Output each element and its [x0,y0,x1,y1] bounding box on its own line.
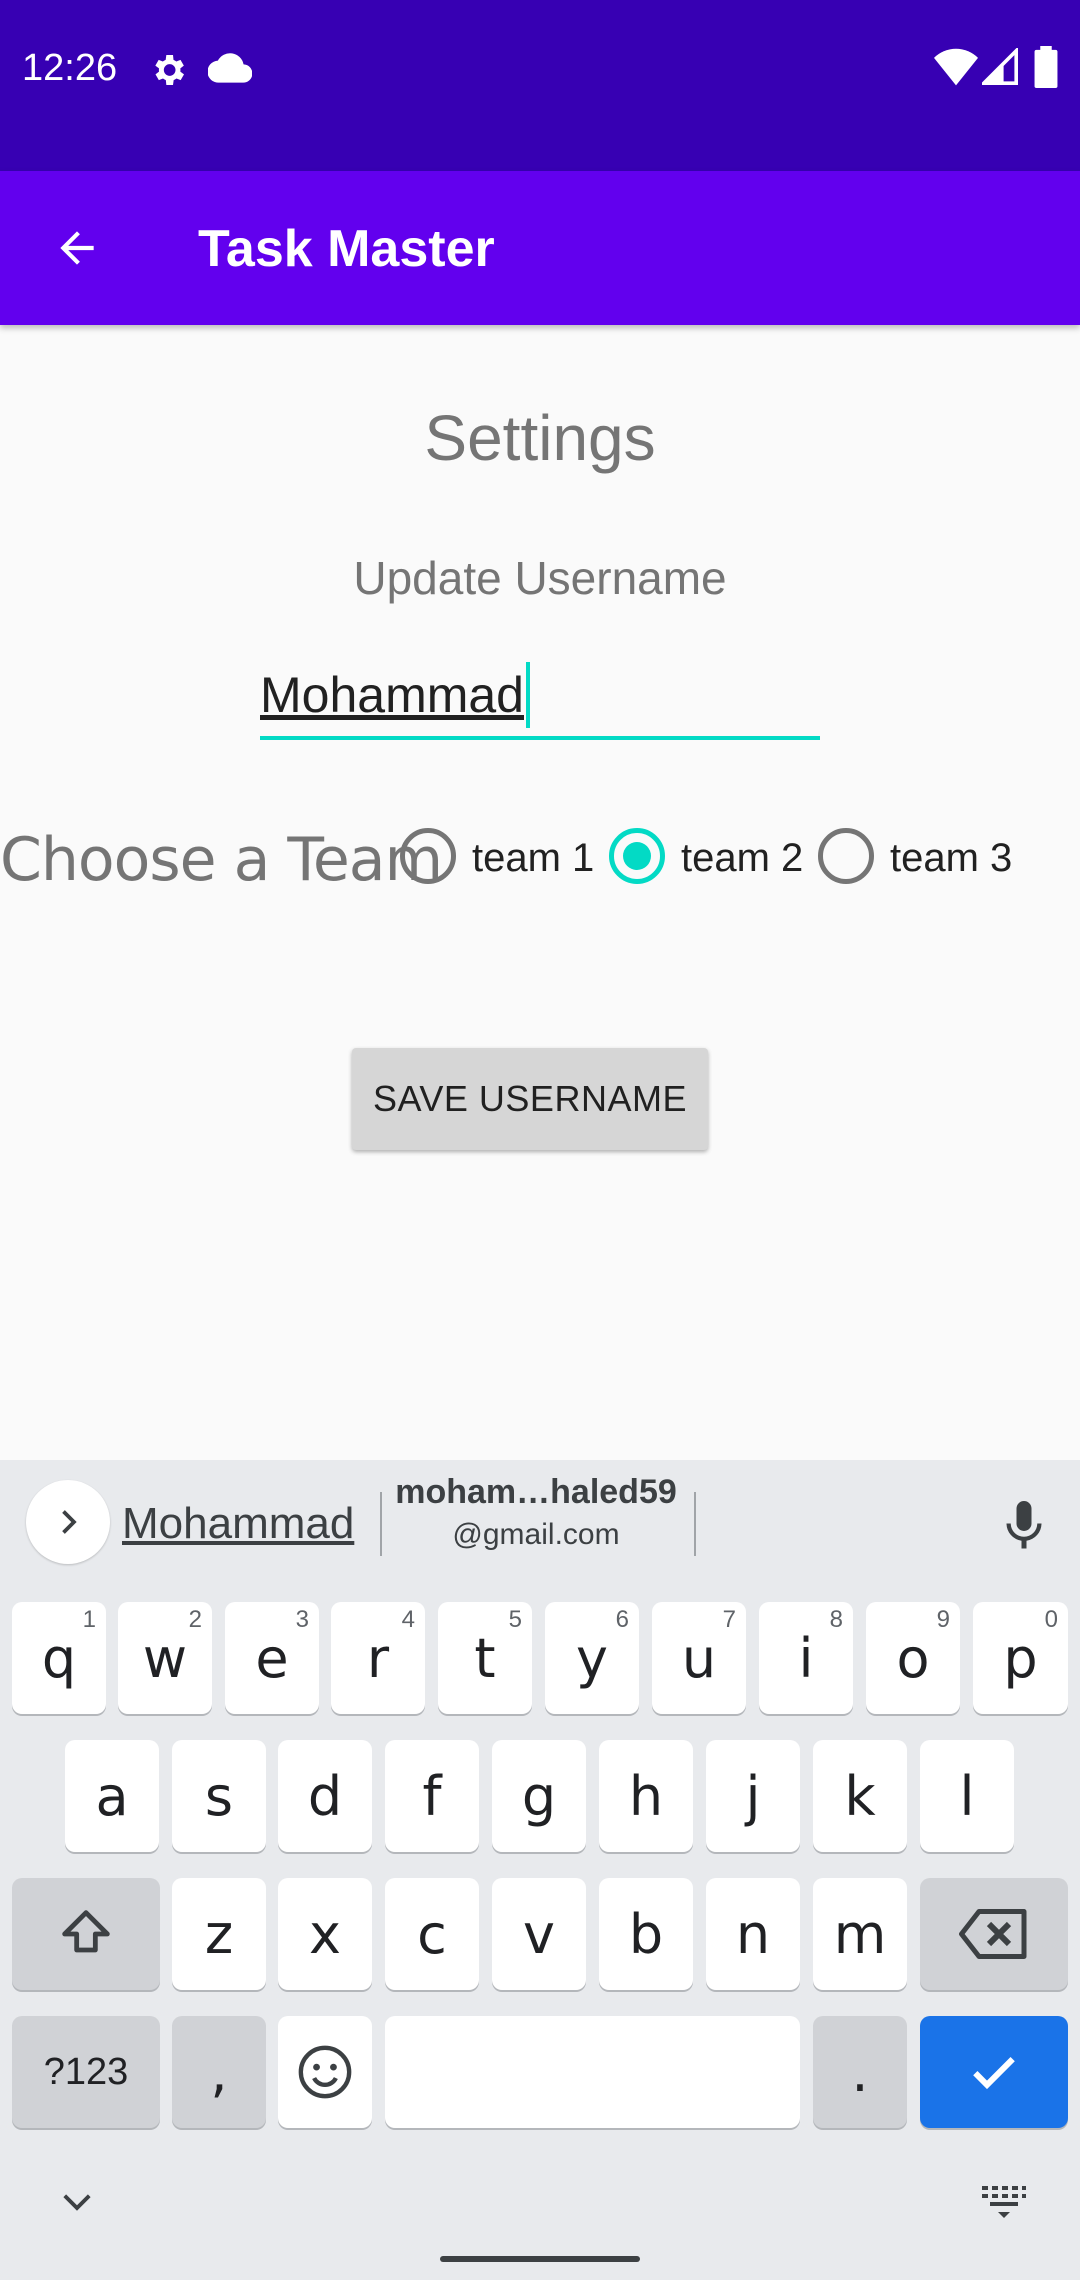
done-key[interactable] [920,2016,1068,2128]
page-title: Settings [424,402,656,474]
keyboard-icon[interactable] [980,2180,1028,2220]
suggestion-divider [380,1492,382,1556]
soft-keyboard: Mohammad moham…haled59 @gmail.com q1 w2 … [0,1460,1080,2280]
shift-key[interactable] [12,1878,160,1990]
status-time: 12:26 [22,47,118,89]
key-l[interactable]: l [920,1740,1014,1852]
suggestion-divider [694,1492,696,1556]
key-n[interactable]: n [706,1878,800,1990]
radio-team-3-label[interactable]: team 3 [890,834,1012,882]
radio-team-1[interactable] [400,828,456,884]
shift-icon [62,1910,110,1953]
emoji-icon [298,2045,352,2099]
key-w[interactable]: w2 [118,1602,212,1714]
key-u[interactable]: u7 [652,1602,746,1714]
mic-icon[interactable] [994,1496,1054,1556]
suggestion-item[interactable]: Mohammad [122,1498,354,1550]
key-c[interactable]: c [385,1878,479,1990]
backspace-icon [959,1909,1027,1959]
radio-team-3[interactable] [818,828,874,884]
team-radio-group: Choose a Team team 1 team 2 team 3 [0,818,1080,898]
key-y[interactable]: y6 [545,1602,639,1714]
cloud-icon [208,53,252,83]
key-d[interactable]: d [278,1740,372,1852]
chevron-down-icon[interactable] [56,2180,98,2222]
comma-key[interactable]: , [172,2016,266,2128]
emoji-key[interactable] [278,2016,372,2128]
key-f[interactable]: f [385,1740,479,1852]
status-bar: 12:26 [0,0,1080,171]
username-input[interactable]: Mohammad [260,650,820,740]
key-s[interactable]: s [172,1740,266,1852]
username-value: Mohammad [260,667,524,723]
key-i[interactable]: i8 [759,1602,853,1714]
key-m[interactable]: m [813,1878,907,1990]
key-k[interactable]: k [813,1740,907,1852]
chevron-right-icon [62,1510,77,1534]
gear-icon [155,55,184,85]
app-bar: Task Master [0,171,1080,325]
navigation-handle[interactable] [440,2256,640,2262]
key-t[interactable]: t5 [438,1602,532,1714]
radio-team-2[interactable] [609,828,665,884]
battery-icon [1034,46,1058,88]
radio-team-1-label[interactable]: team 1 [472,834,594,882]
wifi-icon [934,48,978,86]
suggestion-item-email[interactable]: moham…haled59 @gmail.com [384,1470,688,1556]
text-cursor [526,662,530,728]
back-button[interactable] [40,211,114,285]
symbols-key[interactable]: ?123 [12,2016,160,2128]
backspace-key[interactable] [920,1878,1068,1990]
period-key[interactable]: . [813,2016,907,2128]
key-x[interactable]: x [278,1878,372,1990]
key-g[interactable]: g [492,1740,586,1852]
save-username-button[interactable]: SAVE USERNAME [352,1048,708,1150]
key-b[interactable]: b [599,1878,693,1990]
key-h[interactable]: h [599,1740,693,1852]
update-username-label: Update Username [353,552,727,604]
key-o[interactable]: o9 [866,1602,960,1714]
key-v[interactable]: v [492,1878,586,1990]
expand-toolbar-button[interactable] [26,1480,110,1564]
key-a[interactable]: a [65,1740,159,1852]
choose-team-label: Choose a Team [0,825,443,895]
key-p[interactable]: p0 [973,1602,1068,1714]
key-r[interactable]: r4 [331,1602,425,1714]
arrow-back-icon [60,231,94,265]
key-q[interactable]: q1 [12,1602,106,1714]
key-e[interactable]: e3 [225,1602,319,1714]
suggestion-bar: Mohammad moham…haled59 @gmail.com [0,1460,1080,1586]
suggestion-email-line2: @gmail.com [452,1518,620,1551]
key-z[interactable]: z [172,1878,266,1990]
key-j[interactable]: j [706,1740,800,1852]
checkmark-icon [973,2057,1015,2090]
space-key[interactable] [385,2016,800,2128]
suggestion-email-line1: moham…haled59 [395,1473,677,1511]
keyboard-bottom-bar [0,2180,1080,2250]
signal-icon [982,48,1018,85]
app-title: Task Master [198,220,495,278]
radio-team-2-label[interactable]: team 2 [681,834,803,882]
